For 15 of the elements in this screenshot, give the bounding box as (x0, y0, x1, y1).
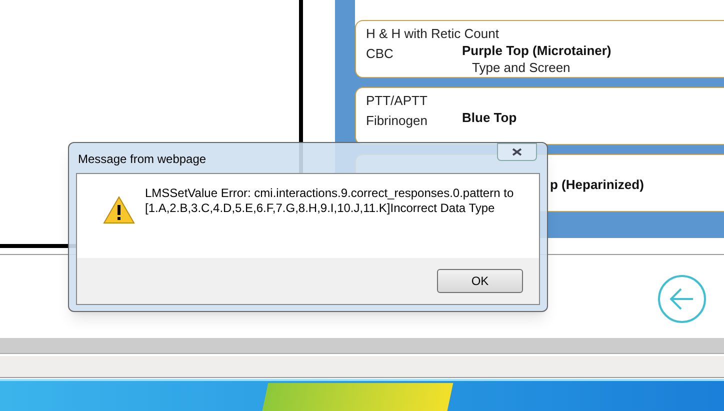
test-name: Fibrinogen (366, 112, 428, 130)
arrow-left-icon (670, 288, 694, 310)
test-name: PTT/APTT (366, 92, 428, 110)
tube-label: p (Heparinized) (550, 176, 644, 194)
test-name: H & H with Retic Count (366, 25, 499, 43)
test-name: Type and Screen (472, 59, 570, 77)
close-icon (512, 148, 522, 156)
ok-button[interactable]: OK (437, 269, 523, 293)
error-message: LMSSetValue Error: cmi.interactions.9.correct_responses.0.pattern to [1.A,2.B,3.C,4.D,5.E,6.F,7.G,8.H,9.I,10.J,11.K]Incorrect Data Type (145, 186, 515, 216)
test-name: CBC (366, 45, 394, 63)
warning-icon (103, 196, 135, 224)
dialog-title: Message from webpage (78, 151, 206, 168)
close-button[interactable] (497, 143, 537, 161)
tube-label: Blue Top (462, 109, 517, 127)
tube-label: Purple Top (Microtainer) (462, 42, 612, 60)
